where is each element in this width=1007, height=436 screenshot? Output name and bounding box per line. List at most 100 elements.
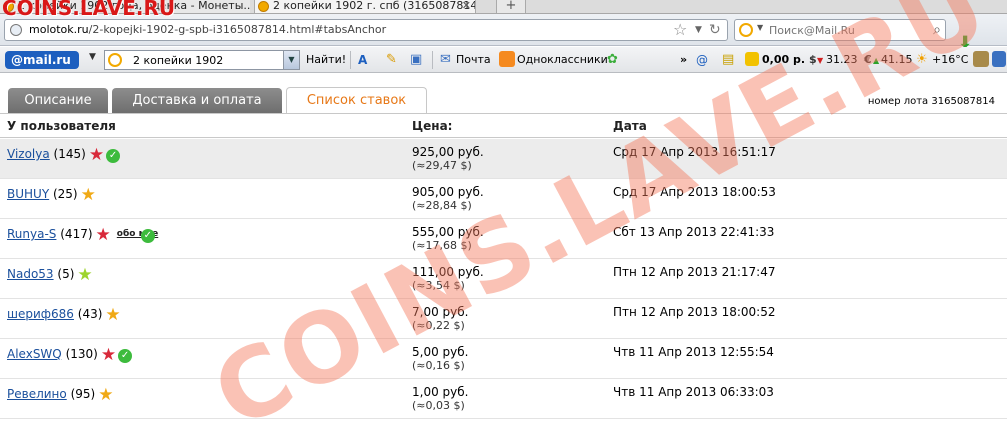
user-link[interactable]: Ревелино xyxy=(7,387,67,401)
balance-value[interactable]: 0,00 р. xyxy=(762,53,805,66)
more-button[interactable]: » xyxy=(680,53,687,66)
search-icon[interactable]: ⌕ xyxy=(933,20,941,40)
bids-table-header: У пользователя Цена: Дата xyxy=(0,116,1007,138)
wallet-icon[interactable] xyxy=(745,52,759,66)
user-link[interactable]: Vizolya xyxy=(7,147,50,161)
extra-icon[interactable] xyxy=(992,51,1006,67)
user-link[interactable]: BUHUY xyxy=(7,187,49,201)
price-rub: 111,00 руб. xyxy=(412,265,484,279)
bid-price-cell: 925,00 руб. (≈29,47 $) xyxy=(412,145,484,173)
bid-price-cell: 111,00 руб. (≈3,54 $) xyxy=(412,265,484,293)
bid-date: Чтв 11 Апр 2013 12:55:54 xyxy=(613,345,774,359)
browser-tab-1[interactable]: 2 копейки 1902 года, оценка - Монеты... xyxy=(0,0,250,13)
rate-up-icon: ▲ xyxy=(873,56,880,65)
user-link[interactable]: шериф686 xyxy=(7,307,74,321)
table-row: Ревелино (95) ★ 1,00 руб. (≈0,03 $) Чтв 11 А… xyxy=(0,379,1007,419)
new-tab-button[interactable]: + xyxy=(496,0,526,13)
verified-check-icon[interactable]: ✓ xyxy=(118,349,133,363)
feedback-count: (145) xyxy=(53,147,86,161)
navigation-bar: molotok.ru/2-kopejki-1902-g-spb-i3165087… xyxy=(0,14,1007,53)
rating-star-icon[interactable]: ★ xyxy=(89,147,104,164)
price-rub: 555,00 руб. xyxy=(412,225,484,239)
bid-user-cell: Vizolya (145) ★ ✓ xyxy=(7,147,121,164)
rating-star-icon[interactable]: ★ xyxy=(101,347,116,364)
rating-star-icon[interactable]: ★ xyxy=(96,227,111,244)
lot-number: номер лота 3165087814 xyxy=(867,96,995,107)
mailru-logo[interactable]: @mail.ru xyxy=(5,51,79,69)
chevron-down-icon[interactable]: ▼ xyxy=(283,51,299,69)
bid-user-cell: Runya-S (417) ★ обо мне✓ xyxy=(7,227,158,244)
verified-check-icon[interactable]: ✓ xyxy=(106,149,121,163)
url-host: molotok.ru xyxy=(29,23,89,36)
odnoklassniki-icon[interactable] xyxy=(499,51,515,67)
price-usd: (≈0,22 $) xyxy=(412,319,465,332)
rating-star-icon[interactable]: ★ xyxy=(105,307,120,324)
search-engine-icon[interactable] xyxy=(739,23,753,37)
weather-value[interactable]: +16°C xyxy=(932,53,968,66)
url-path: /2-kopejki-1902-g-spb-i3165087814.html#t… xyxy=(88,23,387,36)
news-icon[interactable]: ▤ xyxy=(722,51,734,69)
bid-user-cell: Ревелино (95) ★ xyxy=(7,387,113,404)
mailru-search-box[interactable]: ▼ xyxy=(104,50,300,70)
user-link[interactable]: Runya-S xyxy=(7,227,56,241)
user-link[interactable]: AlexSWQ xyxy=(7,347,62,361)
column-user: У пользователя xyxy=(7,119,116,133)
price-rub: 5,00 руб. xyxy=(412,345,469,359)
web-search-box[interactable]: ▼ ⌕ xyxy=(734,19,946,41)
sun-icon: ☀ xyxy=(916,52,928,67)
address-bar[interactable]: molotok.ru/2-kopejki-1902-g-spb-i3165087… xyxy=(4,19,728,41)
highlight-pen-icon[interactable]: ✎ xyxy=(386,51,397,69)
verified-check-icon[interactable]: ✓ xyxy=(140,229,155,243)
bid-price-cell: 5,00 руб. (≈0,16 $) xyxy=(412,345,468,373)
mail-icon[interactable]: ✉ xyxy=(440,51,451,69)
eur-rate[interactable]: 41.15 xyxy=(881,53,913,66)
bid-price-cell: 7,00 руб. (≈0,22 $) xyxy=(412,305,468,333)
agent-icon[interactable]: ✿ xyxy=(607,51,618,69)
price-rub: 1,00 руб. xyxy=(412,385,469,399)
history-dropdown-icon[interactable]: ▼ xyxy=(695,20,702,40)
bid-date: Птн 12 Апр 2013 21:17:47 xyxy=(613,265,776,279)
find-button[interactable]: Найти! xyxy=(306,53,346,66)
mail-link[interactable]: Почта xyxy=(456,53,491,66)
bookmark-star-icon[interactable]: ☆ xyxy=(673,20,687,40)
url-text[interactable]: molotok.ru/2-kopejki-1902-g-spb-i3165087… xyxy=(29,23,386,36)
search-engine-icon xyxy=(108,53,122,67)
web-search-input[interactable] xyxy=(769,22,919,38)
bid-price-cell: 1,00 руб. (≈0,03 $) xyxy=(412,385,468,413)
price-usd: (≈3,54 $) xyxy=(412,279,465,292)
feedback-count: (95) xyxy=(70,387,96,401)
mailru-search-input[interactable] xyxy=(133,52,273,68)
bid-price-cell: 905,00 руб. (≈28,84 $) xyxy=(412,185,484,213)
odnoklassniki-link[interactable]: Одноклассники xyxy=(517,53,608,66)
dollar-icon: $ xyxy=(809,53,817,66)
bid-date: Срд 17 Апр 2013 16:51:17 xyxy=(613,145,776,159)
chevron-down-icon[interactable]: ▼ xyxy=(757,23,763,32)
column-price: Цена: xyxy=(412,119,453,133)
tab-description[interactable]: Описание xyxy=(8,88,108,113)
tab-delivery[interactable]: Доставка и оплата xyxy=(112,88,282,113)
reload-icon[interactable]: ↻ xyxy=(709,20,721,40)
rating-star-icon[interactable]: ★ xyxy=(98,387,113,404)
browser-tab-2[interactable]: 2 копейки 1902 г. спб (3165087814) - К..… xyxy=(254,0,476,13)
at-icon[interactable]: @ xyxy=(696,51,708,69)
usd-rate[interactable]: 31.23 xyxy=(826,53,858,66)
site-identity-icon[interactable] xyxy=(10,24,22,36)
feedback-count: (25) xyxy=(52,187,78,201)
rating-star-icon[interactable]: ★ xyxy=(77,267,92,284)
close-icon[interactable]: ✕ xyxy=(462,0,471,12)
user-link[interactable]: Nado53 xyxy=(7,267,54,281)
table-row: AlexSWQ (130) ★ ✓ 5,00 руб. (≈0,16 $) Чтв 11 … xyxy=(0,339,1007,379)
font-size-icon[interactable]: A xyxy=(358,51,367,69)
tab-bids[interactable]: Список ставок xyxy=(286,87,427,114)
mailru-toolbar: @mail.ru ▼ ▼ Найти! A ✎ ▣ ✉ Почта Однокл… xyxy=(0,47,1007,73)
bid-date: Сбт 13 Апр 2013 22:41:33 xyxy=(613,225,775,239)
browser-tab-title: 2 копейки 1902 года, оценка - Монеты... xyxy=(18,0,250,12)
feedback-count: (417) xyxy=(60,227,93,241)
chevron-down-icon[interactable]: ▼ xyxy=(89,52,96,62)
rating-star-icon[interactable]: ★ xyxy=(81,187,96,204)
tab-divider xyxy=(0,113,1007,114)
about-me-link[interactable]: обо мне xyxy=(117,230,158,239)
game-icon[interactable] xyxy=(973,51,989,67)
price-rub: 7,00 руб. xyxy=(412,305,469,319)
screenshot-icon[interactable]: ▣ xyxy=(410,51,422,69)
